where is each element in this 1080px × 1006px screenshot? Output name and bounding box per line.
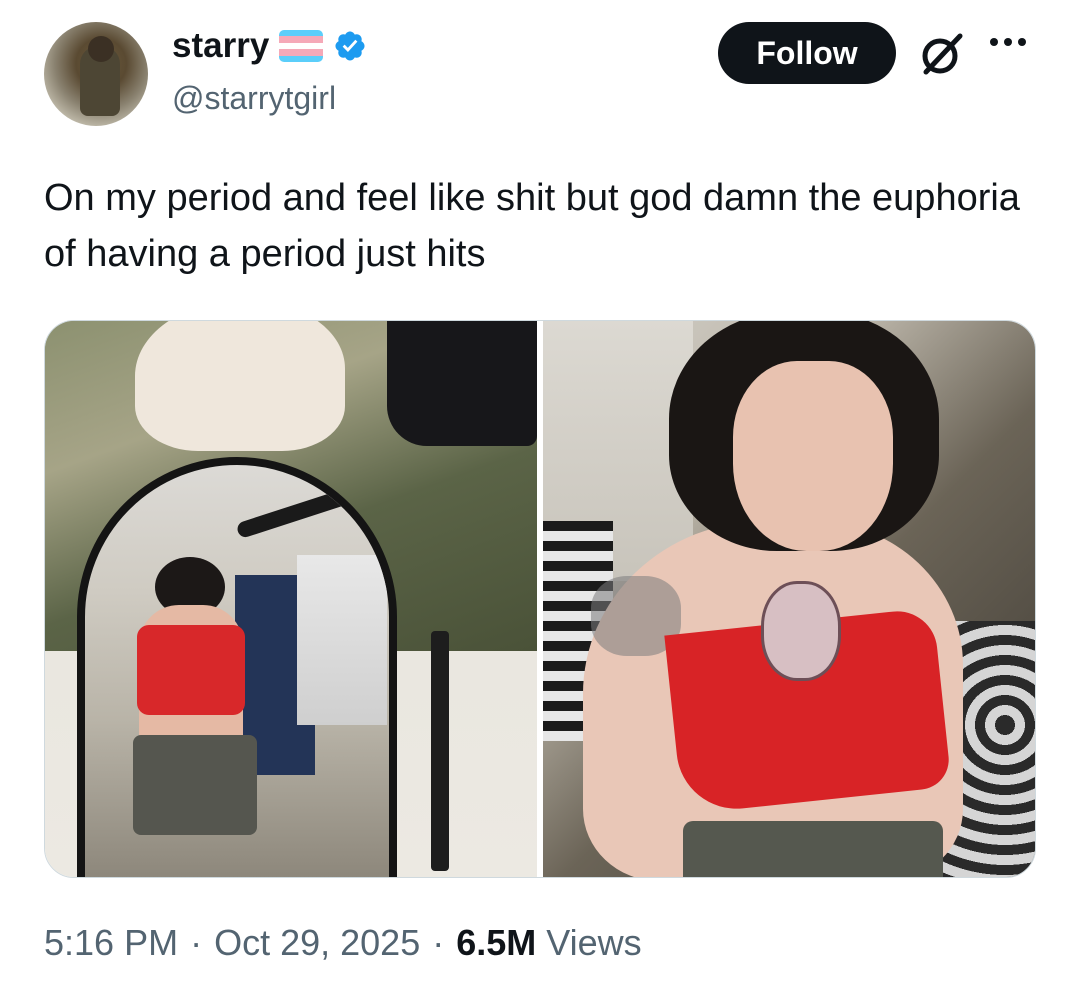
poster xyxy=(297,555,387,725)
media-photo-2[interactable] xyxy=(543,321,1035,877)
person-face xyxy=(733,361,893,551)
grey-pants xyxy=(683,821,943,877)
author-handle[interactable]: @starrytgirl xyxy=(172,80,336,117)
verified-badge-icon[interactable] xyxy=(333,29,367,63)
grey-shorts xyxy=(133,735,257,835)
tweet-text: On my period and feel like shit but god … xyxy=(44,177,1020,275)
views[interactable]: 6.5M Views xyxy=(456,922,641,964)
media-photo-1[interactable] xyxy=(45,321,537,877)
tweet-date[interactable]: Oct 29, 2025 xyxy=(214,922,420,964)
more-dots-icon[interactable] xyxy=(990,38,1026,46)
cat-artwork xyxy=(135,321,345,451)
avatar[interactable] xyxy=(44,22,148,126)
trans-flag-icon xyxy=(279,30,324,62)
media-grid xyxy=(44,320,1036,878)
hanging-bag xyxy=(387,321,537,446)
author-name-row: starry xyxy=(172,26,367,66)
red-top xyxy=(137,625,245,715)
grok-icon[interactable] xyxy=(918,30,966,78)
meta-separator: · xyxy=(190,922,203,963)
views-count: 6.5M xyxy=(456,922,537,963)
follow-button[interactable]: Follow xyxy=(718,22,896,84)
display-name[interactable]: starry xyxy=(172,26,269,66)
skull-tattoo xyxy=(761,581,841,681)
avatar-head xyxy=(88,36,114,62)
tweet-meta: 5:16 PM · Oct 29, 2025 · 6.5M Views xyxy=(44,922,642,964)
tweet-time[interactable]: 5:16 PM xyxy=(44,922,178,964)
mirror xyxy=(77,457,397,877)
meta-separator: · xyxy=(432,922,445,963)
wall-strip xyxy=(431,631,449,871)
views-label: Views xyxy=(546,922,642,963)
ceiling-fan xyxy=(235,486,355,540)
